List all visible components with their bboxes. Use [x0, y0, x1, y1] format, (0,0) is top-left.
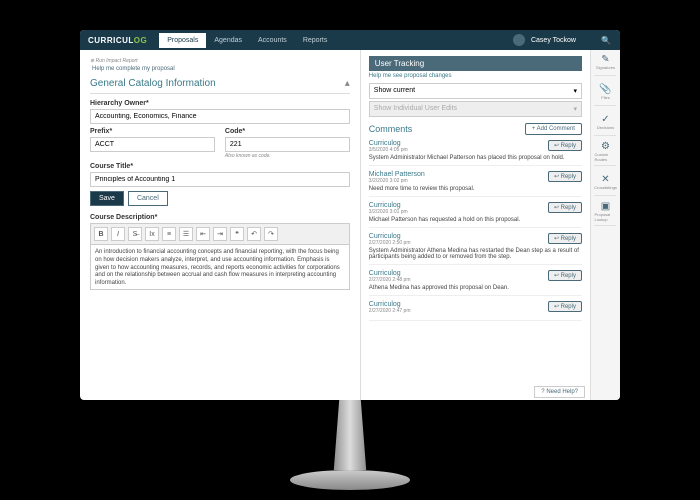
ul-icon[interactable]: ☰	[179, 227, 193, 241]
right-panel: User Tracking Help me see proposal chang…	[361, 50, 620, 400]
crosslistings-icon[interactable]: ✕Crosslistings	[594, 174, 616, 196]
chevron-down-icon: ▾	[573, 105, 577, 113]
quote-icon[interactable]: ❝	[230, 227, 244, 241]
redo-icon[interactable]: ↷	[264, 227, 278, 241]
code-label: Code*	[225, 128, 350, 135]
top-nav: CURRICULOG Proposals Agendas Accounts Re…	[80, 30, 620, 50]
save-button[interactable]: Save	[90, 191, 124, 206]
indent-icon[interactable]: ⇥	[213, 227, 227, 241]
avatar[interactable]	[513, 34, 525, 46]
title-label: Course Title*	[90, 163, 350, 170]
code-input[interactable]	[225, 137, 350, 152]
reply-button[interactable]: ↩ Reply	[548, 233, 582, 244]
section-title[interactable]: General Catalog Information▴	[90, 74, 350, 94]
hierarchy-input[interactable]	[90, 109, 350, 124]
left-panel: ⊕ Run Impact Report Help me complete my …	[80, 50, 361, 400]
bold-icon[interactable]: B	[94, 227, 108, 241]
monitor-stand	[290, 400, 410, 500]
nav-tabs: Proposals Agendas Accounts Reports	[159, 33, 335, 48]
comment-item: Curriculog3/2/2020 3:01 pm↩ ReplyMichael…	[369, 202, 582, 228]
reply-button[interactable]: ↩ Reply	[548, 301, 582, 312]
tab-proposals[interactable]: Proposals	[159, 33, 206, 48]
comments-header: Comments + Add Comment	[369, 123, 582, 135]
need-help-button[interactable]: ? Need Help?	[534, 386, 585, 398]
reply-button[interactable]: ↩ Reply	[548, 140, 582, 151]
reply-button[interactable]: ↩ Reply	[548, 171, 582, 182]
signatures-icon[interactable]: ✎Signatures	[594, 54, 616, 76]
desc-label: Course Description*	[90, 214, 350, 221]
reply-button[interactable]: ↩ Reply	[548, 202, 582, 213]
tab-agendas[interactable]: Agendas	[206, 33, 250, 48]
cancel-button[interactable]: Cancel	[128, 191, 168, 206]
tab-accounts[interactable]: Accounts	[250, 33, 295, 48]
tab-reports[interactable]: Reports	[295, 33, 336, 48]
editor-toolbar: B I S̶ Ix ≡ ☰ ⇤ ⇥ ❝ ↶ ↷	[90, 223, 350, 245]
desc-textarea[interactable]: An introduction to financial accounting …	[90, 245, 350, 290]
outdent-icon[interactable]: ⇤	[196, 227, 210, 241]
hierarchy-label: Hierarchy Owner*	[90, 100, 350, 107]
app-window: CURRICULOG Proposals Agendas Accounts Re…	[80, 30, 620, 400]
comment-item: Michael Patterson3/2/2020 3:02 pm↩ Reply…	[369, 171, 582, 197]
routes-icon[interactable]: ⚙Custom Routes	[594, 144, 616, 166]
user-name: Casey Tockow	[531, 37, 576, 44]
files-icon[interactable]: 📎Files	[594, 84, 616, 106]
logo: CURRICULOG	[88, 36, 147, 45]
italic-icon[interactable]: I	[111, 227, 125, 241]
clear-icon[interactable]: Ix	[145, 227, 159, 241]
tracking-header: User Tracking	[369, 56, 582, 71]
comment-item: Curriculog2/27/2020 2:47 pm↩ Reply	[369, 301, 582, 321]
show-edits-dropdown: Show Individual User Edits▾	[369, 101, 582, 117]
ol-icon[interactable]: ≡	[162, 227, 176, 241]
code-hint: Also known as code.	[225, 153, 350, 159]
add-comment-button[interactable]: + Add Comment	[525, 123, 582, 135]
undo-icon[interactable]: ↶	[247, 227, 261, 241]
comment-item: Curriculog3/5/2020 4:05 pm↩ ReplySystem …	[369, 140, 582, 166]
show-current-dropdown[interactable]: Show current▾	[369, 83, 582, 99]
info-icon[interactable]: ⓘ	[582, 34, 594, 46]
right-sidebar: ✎Signatures 📎Files ✓Decisions ⚙Custom Ro…	[590, 50, 620, 400]
collapse-icon[interactable]: ▴	[345, 78, 350, 89]
strike-icon[interactable]: S̶	[128, 227, 142, 241]
chevron-down-icon: ▾	[573, 87, 577, 95]
search-icon[interactable]: 🔍	[600, 34, 612, 46]
comment-item: Curriculog2/27/2020 2:50 pm↩ ReplySystem…	[369, 233, 582, 265]
reply-button[interactable]: ↩ Reply	[548, 270, 582, 281]
prefix-label: Prefix*	[90, 128, 215, 135]
prefix-input[interactable]	[90, 137, 215, 152]
title-input[interactable]	[90, 172, 350, 187]
help-complete-link[interactable]: Help me complete my proposal	[90, 64, 350, 74]
decisions-icon[interactable]: ✓Decisions	[594, 114, 616, 136]
comment-item: Curriculog2/27/2020 2:48 pm↩ ReplyAthena…	[369, 270, 582, 296]
lookup-icon[interactable]: ▣Proposal Lookup	[594, 204, 616, 226]
tracking-help-link[interactable]: Help me see proposal changes	[369, 71, 582, 81]
